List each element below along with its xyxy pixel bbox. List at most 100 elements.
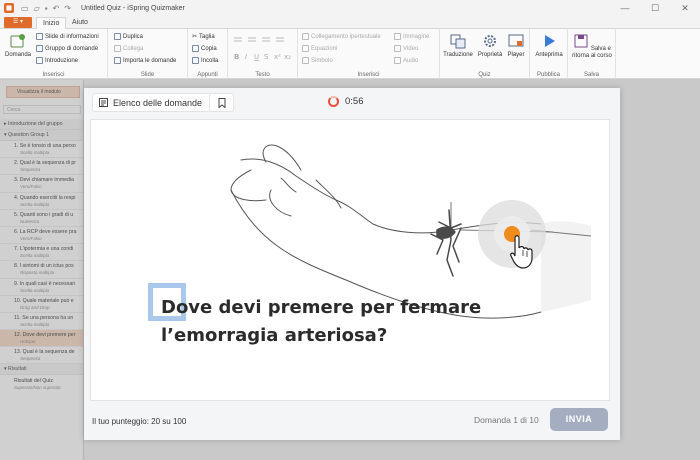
undo-icon[interactable]: ↶ [53,4,60,13]
window-title: Untitled Quiz - iSpring Quizmaker [80,4,185,12]
link-slide-button[interactable]: Collega [114,45,143,52]
image-icon [394,33,401,40]
bookmark-icon [218,97,225,108]
svg-text:x²: x² [274,53,281,61]
score-label: Il tuo punteggio: 20 su 100 [92,417,187,426]
symbol-icon [302,57,309,64]
ribbon-group-save: Salva e ritorna al corso Salva [568,29,616,79]
ribbon-group-insert: Domanda Slide di informazioni Gruppo di … [0,29,108,79]
cut-button[interactable]: ✂ Taglia [192,33,215,41]
group-label: Appunti [197,72,218,78]
question-slide: Dove devi premere per fermare l’emorragi… [90,119,610,401]
open-icon[interactable]: ▱ [34,4,40,13]
quiz-preview-window: Elenco delle domande 0:56 Dove devi prem… [84,88,620,440]
link-icon [302,33,309,40]
play-icon [545,35,555,47]
question-group-button[interactable]: Gruppo di domande [36,45,98,52]
save-return-button[interactable]: Salva e ritorna al corso [570,33,614,60]
import-icon [114,57,121,64]
file-menu-button[interactable]: ☰ ▾ [4,17,32,28]
ribbon-group-quiz: Traduzione Proprietà Player Quiz [440,29,530,79]
preview-toolbar: Elenco delle domande 0:56 [84,88,620,118]
intro-icon [36,57,43,64]
title-bar: ▭ ▱ ▪ ↶ ↷ Untitled Quiz - iSpring Quizma… [0,0,700,16]
ribbon-group-insert-media: Collegamento ipertestuale Equazioni Simb… [298,29,440,79]
timer-icon [328,96,339,107]
group-label: Testo [255,72,270,78]
question-button[interactable]: Domanda [4,33,32,58]
question-list-button[interactable]: Elenco delle domande [92,93,212,112]
text-format-icons: BI U Sx² x₂ [234,37,291,61]
duplicate-button[interactable]: Duplica [114,33,143,40]
ribbon-group-clipboard: ✂ Taglia Copia Incolla Appunti [188,29,228,79]
symbol-button[interactable]: Simbolo [302,57,333,64]
image-button[interactable]: Immagine [394,33,429,40]
save-icon[interactable]: ▪ [45,4,48,13]
scissors-icon: ✂ [192,34,198,40]
svg-text:S: S [264,53,269,61]
maximize-button[interactable]: ☐ [640,0,670,16]
svg-text:x₂: x₂ [284,53,291,61]
copy-button[interactable]: Copia [192,45,217,52]
question-text: Dove devi premere per fermare l’emorragi… [161,297,482,346]
player-button[interactable]: Player [504,33,528,58]
duplicate-icon [114,33,121,40]
add-question-icon [10,34,25,48]
window-controls: — ☐ ✕ [610,0,700,16]
arm-illustration[interactable] [91,120,611,402]
blood-vessel-icon [430,209,462,277]
audio-icon [394,57,401,64]
equations-button[interactable]: Equazioni [302,45,337,52]
group-label: Quiz [478,72,491,78]
player-icon [508,34,524,47]
tab-home[interactable]: Inizio [36,17,67,29]
bookmark-button[interactable] [209,93,234,112]
ribbon-group-publish: Anteprima Pubblica [530,29,568,79]
timer-value: 0:56 [345,96,364,107]
video-icon [394,45,401,52]
paste-button[interactable]: Incolla [192,57,218,64]
group-label: Salva [583,72,599,78]
paste-icon [192,57,199,64]
equation-icon [302,45,309,52]
gear-icon [484,35,496,47]
properties-button[interactable]: Proprietà [476,33,504,58]
video-button[interactable]: Video [394,45,418,52]
group-label: Inserisci [357,72,380,78]
new-icon[interactable]: ▭ [21,4,29,13]
svg-text:U: U [254,53,259,61]
intro-button[interactable]: Introduzione [36,57,78,64]
group-label: Slide [140,72,155,78]
submit-button[interactable]: INVIA [550,408,608,431]
import-questions-button[interactable]: Importa le domande [114,57,176,64]
preview-button[interactable]: Anteprima [532,33,566,58]
redo-icon[interactable]: ↷ [64,4,71,13]
question-list-label: Elenco delle domande [113,97,203,108]
minimize-button[interactable]: — [610,0,640,16]
svg-text:B: B [234,53,239,61]
page-indicator: Domanda 1 di 10 [474,415,539,425]
ribbon: Domanda Slide di informazioni Gruppo di … [0,29,700,79]
timer: 0:56 [328,96,364,107]
slide-icon [36,33,43,40]
group-label: Pubblica [536,72,560,78]
close-button[interactable]: ✕ [670,0,700,16]
svg-text:I: I [245,53,247,61]
ribbon-tabs: ☰ ▾ Inizio Aiuto [0,16,700,29]
link-icon [114,45,121,52]
audio-button[interactable]: Audio [394,57,418,64]
list-icon [99,98,108,107]
quick-access-toolbar: ▭ ▱ ▪ ↶ ↷ [21,4,71,13]
tab-help[interactable]: Aiuto [66,17,94,29]
ribbon-group-text: BI U Sx² x₂ Testo [228,29,298,79]
group-label: Inserisci [42,72,65,78]
translate-button[interactable]: Traduzione [442,33,474,58]
app-icon [4,3,14,13]
info-slide-button[interactable]: Slide di informazioni [36,33,99,40]
hyperlink-button[interactable]: Collegamento ipertestuale [302,33,381,40]
save-return-icon [574,34,588,48]
group-icon [36,45,43,52]
translate-icon [450,34,466,49]
ribbon-group-slide: Duplica Collega Importa le domande Slide [108,29,188,79]
copy-icon [192,45,199,52]
